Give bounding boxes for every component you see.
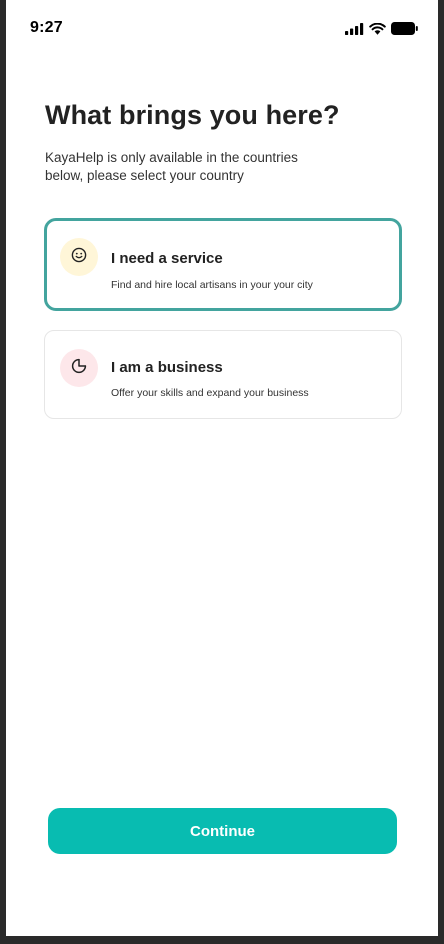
option-icon-container [60,238,98,276]
page-subtitle: KayaHelp is only available in the countr… [45,150,298,183]
page-title: What brings you here? [45,100,340,130]
status-bar: 9:27 [6,0,438,52]
option-description: Find and hire local artisans in your you… [111,279,313,291]
option-icon-container [60,349,98,387]
status-time: 9:27 [30,19,63,36]
option-card-business[interactable]: I am a business Offer your skills and ex… [44,330,402,419]
wifi-icon [369,22,386,35]
cellular-signal-icon [345,22,364,35]
option-card-need-service[interactable]: I need a service Find and hire local art… [44,218,402,311]
onboarding-screen: 9:27 What brings you here? KayaHelp is o… [6,0,438,936]
smiley-face-icon [71,247,87,268]
option-description: Offer your skills and expand your busine… [111,387,309,399]
pie-chart-icon [71,358,87,379]
continue-button[interactable]: Continue [48,808,397,854]
status-icons [345,22,418,35]
battery-icon [391,22,418,35]
option-title: I need a service [111,250,223,267]
option-title: I am a business [111,359,223,376]
